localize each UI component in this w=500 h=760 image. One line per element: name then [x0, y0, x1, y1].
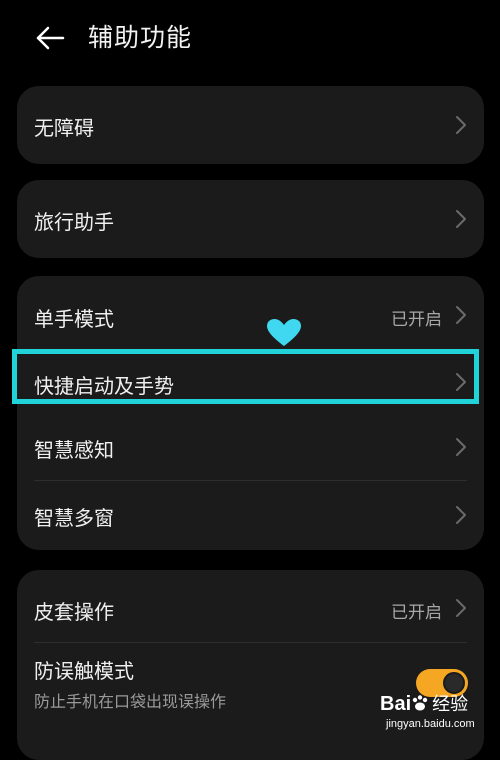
list-item-label: 智慧感知 [34, 438, 114, 462]
chevron-right-icon [456, 438, 466, 456]
settings-card-accessibility: 无障碍 [17, 86, 484, 164]
chevron-right-icon [456, 506, 466, 524]
list-item-label: 快捷启动及手势 [34, 374, 174, 398]
list-item-label: 智慧多窗 [34, 506, 114, 530]
list-item-shortcuts-gestures[interactable]: 快捷启动及手势 [17, 352, 484, 418]
chevron-right-icon [456, 210, 466, 228]
list-item-description: 防止手机在口袋出现误操作 [34, 692, 227, 711]
header: 辅助功能 [0, 0, 500, 80]
list-item-label: 单手模式 [34, 307, 114, 331]
back-button[interactable] [30, 20, 70, 56]
chevron-right-icon [456, 599, 466, 617]
status-value: 已开启 [391, 603, 442, 623]
list-item-label: 皮套操作 [34, 600, 114, 624]
list-item-label: 旅行助手 [34, 210, 114, 234]
list-item-accessibility[interactable]: 无障碍 [17, 86, 484, 164]
watermark-logo: Bai 经验 [380, 693, 469, 715]
chevron-right-icon [456, 373, 466, 391]
list-item-cover-operation[interactable]: 皮套操作 已开启 [17, 570, 484, 642]
list-item-smart-perception[interactable]: 智慧感知 [17, 414, 484, 480]
settings-card-travel: 旅行助手 [17, 180, 484, 258]
paw-icon [412, 695, 428, 711]
watermark-url: jingyan.baidu.com [386, 718, 475, 730]
heart-icon [267, 319, 301, 346]
arrow-left-icon [36, 26, 65, 50]
status-value: 已开启 [391, 310, 442, 330]
settings-card-gestures: 单手模式 已开启 快捷启动及手势 智慧感知 智慧多窗 [17, 276, 484, 550]
page-title: 辅助功能 [88, 23, 193, 52]
list-item-label: 无障碍 [34, 116, 94, 140]
chevron-right-icon [456, 306, 466, 324]
list-item-one-hand-mode[interactable]: 单手模式 已开启 [17, 276, 484, 352]
list-item-label: 防误触模式 [34, 659, 134, 683]
list-item-travel-assistant[interactable]: 旅行助手 [17, 180, 484, 258]
list-item-multi-window[interactable]: 智慧多窗 [17, 481, 484, 550]
baidu-watermark: Bai 经验 jingyan.baidu.com [380, 690, 495, 738]
chevron-right-icon [456, 116, 466, 134]
